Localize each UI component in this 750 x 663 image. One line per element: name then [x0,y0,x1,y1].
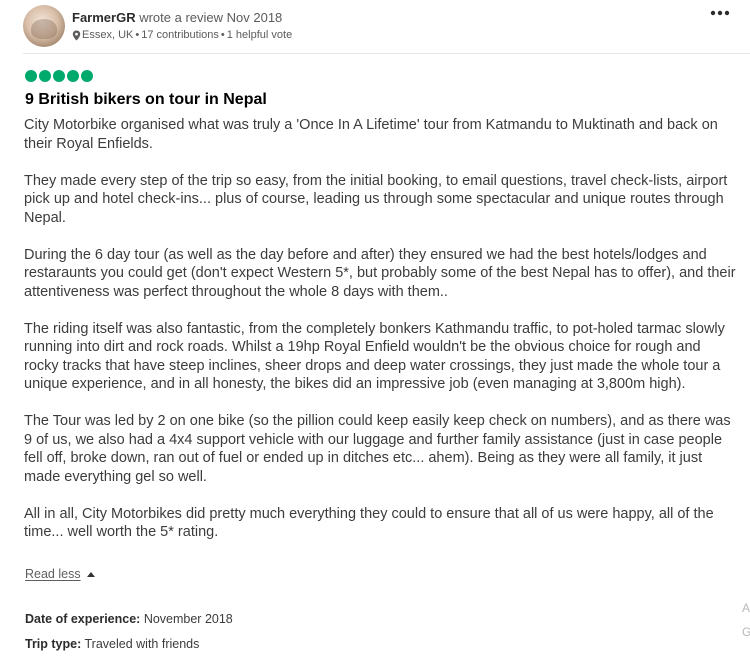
header-divider [23,53,750,54]
date-of-experience-label: Date of experience: [25,612,141,626]
rating-bubble-icon [67,70,79,82]
reviewer-line: FarmerGR wrote a review Nov 2018 [72,10,292,26]
reviewer-name[interactable]: FarmerGR [72,10,136,25]
review-body: City Motorbike organised what was truly … [24,116,736,560]
reviewer-stats: Essex, UK • 17 contributions • 1 helpful… [72,29,292,42]
reviewer-info: FarmerGR wrote a review Nov 2018 Essex, … [72,10,292,42]
review-paragraph: They made every step of the trip so easy… [24,172,728,226]
review-paragraph: During the 6 day tour (as well as the da… [24,246,736,300]
reviewer-location: Essex, UK [82,29,134,41]
review-header: FarmerGR wrote a review Nov 2018 Essex, … [23,4,292,48]
rating-bubble-icon [81,70,93,82]
review-paragraph: The riding itself was also fantastic, fr… [24,320,725,393]
reviewer-contributions: 17 contributions [141,29,219,41]
trip-type: Trip type: Traveled with friends [25,636,199,652]
stat-separator: • [135,29,140,41]
trip-type-label: Trip type: [25,637,82,651]
rating-bubble-icon [53,70,65,82]
rating-bubbles [25,70,93,82]
review-paragraph: The Tour was led by 2 on one bike (so th… [24,413,731,485]
edge-glyph: G [742,625,750,639]
reviewer-helpful-votes: 1 helpful vote [226,29,293,41]
read-less-label: Read less [25,567,81,581]
review-action: wrote a review Nov 2018 [139,10,283,25]
location-pin-icon [72,30,81,41]
date-of-experience: Date of experience: November 2018 [25,611,233,627]
trip-type-value: Traveled with friends [84,637,200,651]
more-options-button[interactable] [705,6,735,20]
more-options-icon [710,10,730,16]
review-title[interactable]: 9 British bikers on tour in Nepal [25,90,267,110]
rating-bubble-icon [39,70,51,82]
rating-bubble-icon [25,70,37,82]
review-card: FarmerGR wrote a review Nov 2018 Essex, … [0,0,750,663]
caret-up-icon [86,571,95,577]
review-paragraph: City Motorbike organised what was truly … [24,117,718,152]
avatar[interactable] [23,5,65,47]
edge-glyph: A [742,601,750,615]
read-less-link[interactable]: Read less [25,567,95,581]
date-of-experience-value: November 2018 [143,612,233,626]
review-paragraph: All in all, City Motorbikes did pretty m… [24,505,714,541]
stat-separator: • [220,29,225,41]
